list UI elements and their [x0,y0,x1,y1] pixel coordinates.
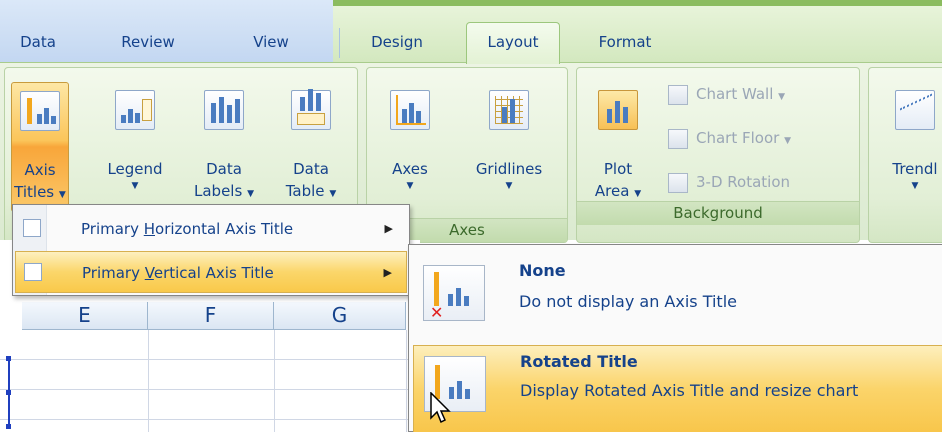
plot-area-label: Plot [603,160,633,178]
data-labels-icon [204,90,244,130]
axes-button[interactable]: Axes ▼ [375,82,445,212]
chart-resize-handle[interactable] [6,356,11,361]
legend-icon [115,90,155,130]
chart-wall-button[interactable]: Chart Wall ▼ [668,77,785,111]
no-axis-title-icon: ✕ [423,265,485,321]
tab-view[interactable]: View [236,26,306,62]
submenu-item-rotated-title[interactable]: Rotated Title Display Rotated Axis Title… [413,345,942,432]
chart-floor-button[interactable]: Chart Floor ▼ [668,121,791,155]
tab-design[interactable]: Design [352,26,442,62]
submenu-item-none[interactable]: ✕ None Do not display an Axis Title [413,253,942,333]
vertical-axis-title-icon [24,263,42,281]
legend-dropdown-arrow: ▼ [131,181,139,191]
3d-rotation-icon [668,172,688,193]
data-table-label: Data [293,160,329,178]
column-header-f[interactable]: F [148,302,274,330]
chart-wall-icon [668,84,688,105]
submenu-arrow-icon: ▶ [383,266,392,279]
axis-titles-button[interactable]: Axis Titles ▼ [11,82,69,212]
submenu-item-title: None [519,261,566,280]
menu-item-primary-horizontal-axis-title[interactable]: Primary Horizontal Axis Title ▶ [15,208,407,250]
grid-line [0,389,420,390]
data-labels-button[interactable]: Data Labels ▼ [181,82,267,212]
vertical-axis-title-submenu: ✕ None Do not display an Axis Title Rota… [408,244,942,432]
menu-item-primary-vertical-axis-title[interactable]: Primary Vertical Axis Title ▶ [15,251,407,293]
plot-area-icon [598,90,638,130]
axes-dropdown-arrow: ▼ [406,181,414,191]
gridlines-button[interactable]: Gridlines ▼ [459,82,559,212]
menu-item-label: Primary Horizontal Axis Title [81,220,294,238]
background-group-label: Background [577,201,859,225]
menu-item-label: Primary Vertical Axis Title [82,264,274,282]
data-labels-label-2: Labels ▼ [194,182,254,200]
data-table-button[interactable]: Data Table ▼ [273,82,349,212]
mouse-cursor-icon [430,392,451,424]
grid-line [0,359,420,360]
chart-floor-icon [668,128,688,149]
gridlines-label: Gridlines [475,160,543,178]
gridlines-dropdown-arrow: ▼ [505,181,513,191]
legend-button[interactable]: Legend ▼ [97,82,173,212]
legend-label: Legend [107,160,163,178]
chart-resize-handle[interactable] [6,390,11,395]
grid-line [148,330,149,432]
submenu-item-description: Display Rotated Axis Title and resize ch… [520,381,859,400]
submenu-item-title: Rotated Title [520,352,638,371]
tab-layout[interactable]: Layout [466,22,560,64]
tab-review[interactable]: Review [108,26,188,62]
chart-resize-handle[interactable] [6,424,11,429]
data-labels-label: Data [206,160,242,178]
axes-label: Axes [392,160,428,178]
axis-titles-menu: Primary Horizontal Axis Title ▶ Primary … [12,204,410,296]
data-table-label-2: Table ▼ [285,182,337,200]
ribbon-tab-bar: Data Review View Design Layout Format [0,0,942,64]
submenu-arrow-icon: ▶ [384,222,393,235]
horizontal-axis-title-icon [23,219,41,237]
3d-rotation-button[interactable]: 3-D Rotation [668,165,790,199]
plot-area-button[interactable]: Plot Area ▼ [585,82,651,212]
analysis-group: Trendl ▼ [868,67,942,243]
data-table-icon [291,89,331,130]
trendline-icon [895,90,935,131]
axis-titles-label-2: Titles ▼ [14,183,66,201]
trendline-button[interactable]: Trendl ▼ [875,82,942,212]
axis-titles-icon [20,91,60,131]
trendline-dropdown-arrow: ▼ [911,181,919,191]
grid-line [406,330,407,432]
column-header-e[interactable]: E [22,302,148,330]
grid-line [274,330,275,432]
axes-icon [390,90,430,130]
gridlines-icon [489,90,529,130]
tab-data[interactable]: Data [8,26,68,62]
submenu-item-description: Do not display an Axis Title [519,292,737,311]
tab-separator [339,28,340,58]
column-header-g[interactable]: G [274,302,406,330]
trendline-label: Trendl [892,160,938,178]
tab-format[interactable]: Format [580,26,670,62]
axis-titles-label: Axis [24,161,56,179]
grid-line [0,419,420,420]
